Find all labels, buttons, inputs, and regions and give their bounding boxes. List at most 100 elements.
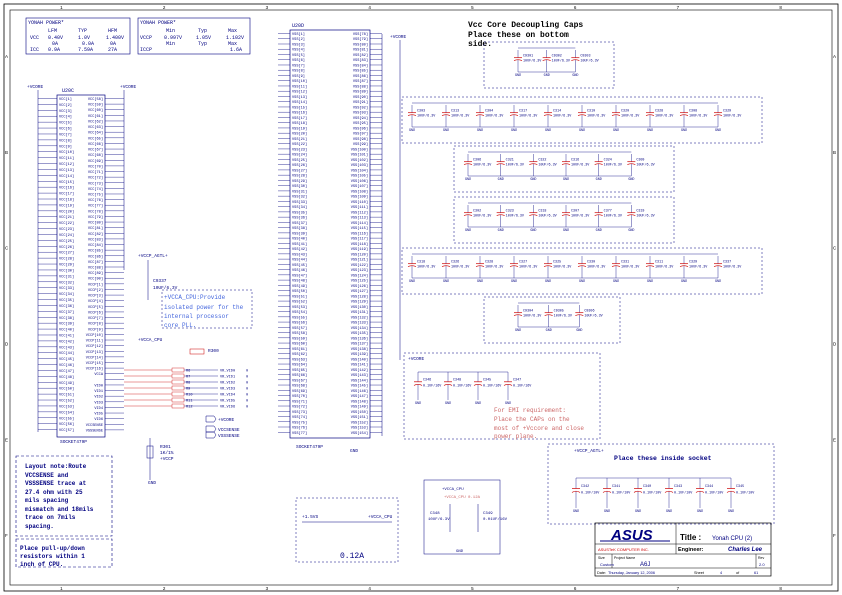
cap-ref: C329 <box>689 261 697 265</box>
u20d-pin-label: VSS[131] <box>351 310 368 315</box>
u20d-gnd: GND <box>350 448 358 454</box>
u20d-pin-label: VSS[107] <box>351 184 368 189</box>
project-label: Project Name <box>614 556 635 560</box>
u20d-pin-label: VSS[117] <box>351 237 368 242</box>
u20d-pin-label: VSS[65] <box>292 368 307 373</box>
cap-value: 10UF/6.3V <box>580 58 599 63</box>
date-value: Thursday, January 12, 2006 <box>608 571 655 575</box>
u20d-pin-label: VSS[143] <box>351 373 368 378</box>
cap-value: 10UF/6.3V <box>538 213 557 218</box>
u20c-pin-label: VCC[63] <box>88 125 103 130</box>
cap-value: 10UF/6.3V <box>552 58 571 63</box>
vid-res-val: 0 <box>246 388 248 392</box>
cap-row-frame <box>483 41 615 89</box>
border-col-label: 4 <box>368 5 371 10</box>
u20c-pin-label: VCCP[6] <box>88 310 103 315</box>
vt1-header-2: TYP <box>78 28 87 34</box>
u20c-pin-label: VCC[10] <box>59 150 74 155</box>
u20d-pin-label: VSS[57] <box>292 326 307 331</box>
u20d-pin-label: VSS[42] <box>292 247 307 252</box>
cap-value: 10UF/6.3V <box>636 162 655 167</box>
u20c-pin-label: VID3 <box>94 401 103 405</box>
cap-gnd: GND <box>409 280 415 284</box>
u20c-pin-label: VCC[44] <box>59 351 74 356</box>
cap-gnd: GND <box>465 229 471 233</box>
vt2-cell: Typ <box>198 41 207 47</box>
u20d-pin-label: VSS[28] <box>292 174 307 179</box>
u20d-pin-label: VSS[4] <box>292 48 305 53</box>
cap-gnd: GND <box>604 510 610 514</box>
cap-gnd: GND <box>415 402 421 406</box>
cap-value: 10UF/6.3V <box>523 58 542 63</box>
u20c-pin-label: VCCP[13] <box>86 350 103 355</box>
date-label: Date: <box>597 571 606 575</box>
u20d-pin-label: VSS[47] <box>292 273 307 278</box>
cap-ref: C341 <box>612 485 620 489</box>
cap-value: 10UF/6.3V <box>621 113 640 118</box>
cap-gnd: GND <box>465 178 471 182</box>
u20d-pin-label: VSS[127] <box>351 289 368 294</box>
u20c-pin-label: VCC[29] <box>59 263 74 268</box>
cap-gnd: GND <box>715 280 721 284</box>
cap-gnd: GND <box>563 178 569 182</box>
u20c-pin-label: VCC[3] <box>59 109 72 114</box>
u20d-pin-label: VSS[97] <box>353 132 368 137</box>
u20d-pin-label: VSS[49] <box>292 284 307 289</box>
u20d-pin-label: VSS[36] <box>292 216 307 221</box>
u20d-pin-label: VSS[92] <box>353 105 368 110</box>
vid-net: VR_VID0 <box>220 370 235 374</box>
u20c-pin-label: VCC[9] <box>59 144 72 149</box>
vcca-cap-1: C349 <box>483 512 493 516</box>
socket-cap-title: Place these inside socket <box>614 455 712 462</box>
vid-resistor <box>171 403 185 409</box>
vcca-label: +VCCA_CPU 0.12A <box>444 496 481 500</box>
r301-net: +VCCP <box>160 456 174 462</box>
u20d-pin-label: VSS[94] <box>353 116 368 121</box>
border-col-label: 6 <box>574 5 577 10</box>
u20c-pin-label: VCC[56] <box>59 422 74 427</box>
u20c-pin-label: VCC[79] <box>88 215 103 220</box>
u20d-pin-label: VSS[118] <box>351 242 368 247</box>
u20d-pin-label: VSS[144] <box>351 378 368 383</box>
u20c-pin-label: VCC[12] <box>59 162 74 167</box>
u20d-pin-label: VSS[20] <box>292 132 307 137</box>
jumper-left-net: +1.5VS <box>302 514 319 520</box>
cap-value: 0.1UF/10V <box>674 491 693 496</box>
u20c-pin-label: VCC[51] <box>59 393 74 398</box>
pullup-note: Place pull-up/down resistors within 1 in… <box>20 545 88 568</box>
u20d-pin-label: VSS[80] <box>353 42 368 47</box>
border-labels: 1 1 2 2 3 3 4 4 5 5 6 6 7 7 8 8 A A B B C C D D E E F F <box>5 5 837 591</box>
u20c-pin-label: VCCP[11] <box>86 339 103 344</box>
cap-ref: C316 <box>571 159 579 163</box>
u20d-pin-label: VSS[46] <box>292 268 307 273</box>
cap-gnd: GND <box>515 329 521 333</box>
size-value: Custom <box>600 562 614 567</box>
u20c-pin-label: VCC[80] <box>88 221 103 226</box>
u20c-pin-label: VCC[76] <box>88 198 103 203</box>
u20c-pin-label: VCC[73] <box>88 181 103 186</box>
u20d-pin-label: VSS[45] <box>292 263 307 268</box>
cap-ref: C9304 <box>523 310 533 314</box>
jumper-block: +1.5VS +VCCA_CPU 0.12A <box>295 497 399 563</box>
u20d-pin-label: VSS[149] <box>351 405 368 410</box>
u20d-pin-label: VSS[38] <box>292 226 307 231</box>
cap-gnd: GND <box>647 129 653 133</box>
r300-ref: R300 <box>208 348 219 354</box>
u20c-pin-label: VCCP[15] <box>86 361 103 366</box>
vid-net: VR_VID4 <box>220 394 235 398</box>
u20d-pin-label: VSS[110] <box>351 200 368 205</box>
sheet-value: 4 <box>720 571 722 575</box>
cap-gnd: GND <box>628 229 634 233</box>
cap-value: 0.1UF/10V <box>581 491 600 496</box>
u20d-pin-label: VSS[64] <box>292 363 307 368</box>
u20c-pin-label: VCCP[5] <box>88 305 103 310</box>
cap-ref: C318 <box>417 261 425 265</box>
u20d-pin-label: VSS[19] <box>292 126 307 131</box>
u20d-pin-label: VSS[31] <box>292 189 307 194</box>
cap-gnd: GND <box>544 74 550 78</box>
u20d-pin-label: VSS[145] <box>351 384 368 389</box>
u20c-pin-label: VCC[21] <box>59 215 74 220</box>
sense-net-vcore: +VCORE <box>218 417 235 423</box>
title-block: ASUS Title : Yonah CPU (2) ASUSTeK COMPU… <box>594 522 772 577</box>
u20d-pin-label: VSS[96] <box>353 126 368 131</box>
